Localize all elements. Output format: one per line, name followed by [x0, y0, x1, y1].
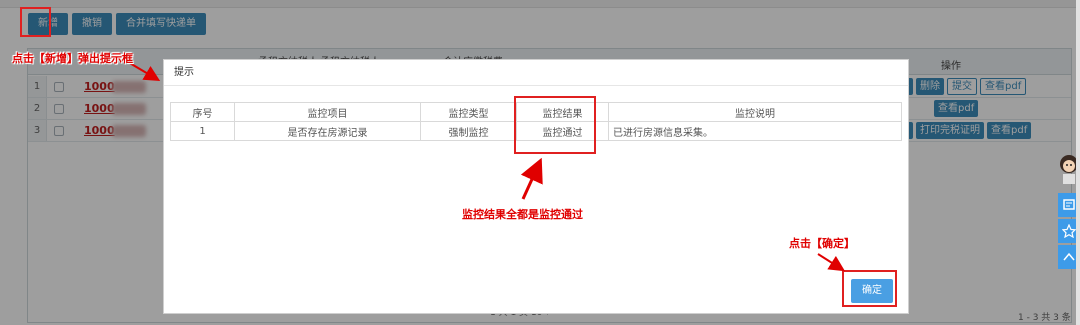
highlight-result-column: [514, 96, 596, 154]
highlight-add-button: [20, 7, 51, 37]
scrollbar[interactable]: [1076, 0, 1080, 325]
col-header-no: 序号: [170, 102, 235, 122]
annotation-click-add: 点击【新增】弹出提示框: [12, 52, 133, 65]
annotation-click-confirm: 点击【确定】: [789, 237, 855, 250]
col-header-desc: 监控说明: [608, 102, 902, 122]
annotation-all-pass: 监控结果全都是监控通过: [462, 208, 583, 221]
dialog-title: 提示: [164, 60, 908, 86]
highlight-confirm-button: [842, 270, 897, 307]
cell-desc: 已进行房源信息采集。: [608, 121, 902, 141]
cell-no: 1: [170, 121, 235, 141]
col-header-type: 监控类型: [420, 102, 517, 122]
col-header-item: 监控项目: [234, 102, 421, 122]
cell-type: 强制监控: [420, 121, 517, 141]
cell-item: 是否存在房源记录: [234, 121, 421, 141]
